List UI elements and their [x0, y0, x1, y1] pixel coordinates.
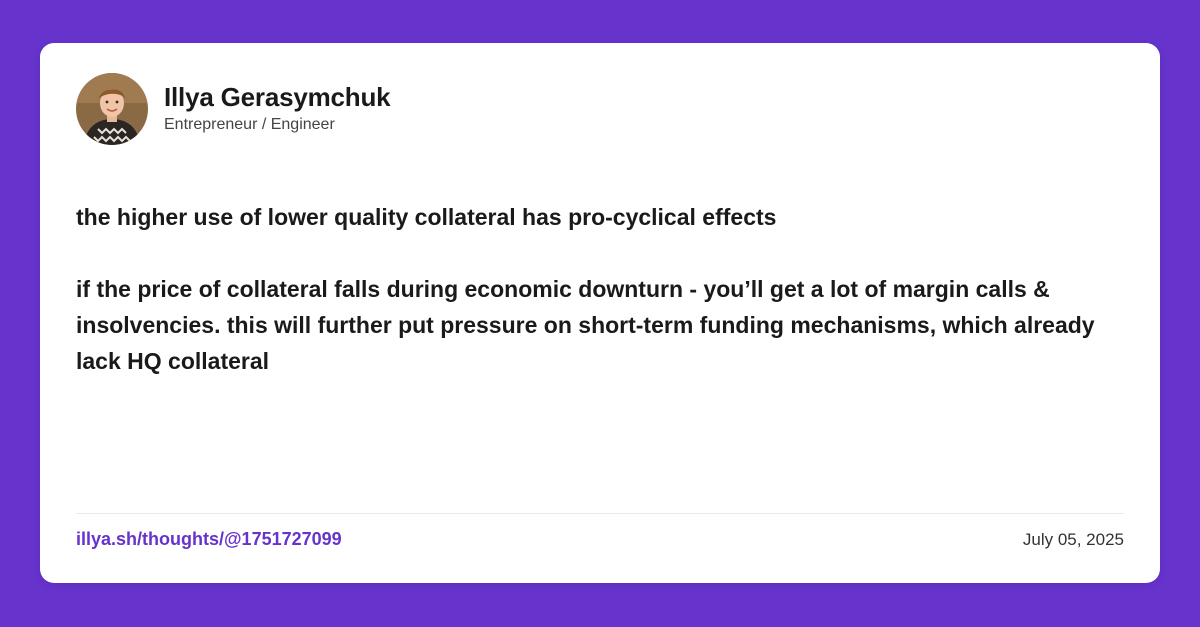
post-footer: illya.sh/thoughts/@1751727099 July 05, 2… — [76, 529, 1124, 550]
post-card: Illya Gerasymchuk Entrepreneur / Enginee… — [40, 43, 1160, 583]
post-paragraph-1: the higher use of lower quality collater… — [76, 204, 777, 230]
author-info: Illya Gerasymchuk Entrepreneur / Enginee… — [164, 82, 391, 136]
author-name: Illya Gerasymchuk — [164, 82, 391, 112]
post-body: the higher use of lower quality collater… — [76, 199, 1136, 379]
author-role: Entrepreneur / Engineer — [164, 116, 335, 133]
post-paragraph-2: if the price of collateral falls during … — [76, 276, 1095, 374]
post-date: July 05, 2025 — [1022, 529, 1124, 549]
post-header: Illya Gerasymchuk Entrepreneur / Enginee… — [76, 73, 391, 145]
avatar — [76, 73, 148, 145]
avatar-portrait-icon — [76, 73, 148, 145]
footer-divider — [76, 513, 1124, 514]
permalink-link[interactable]: illya.sh/thoughts/@1751727099 — [76, 529, 342, 550]
